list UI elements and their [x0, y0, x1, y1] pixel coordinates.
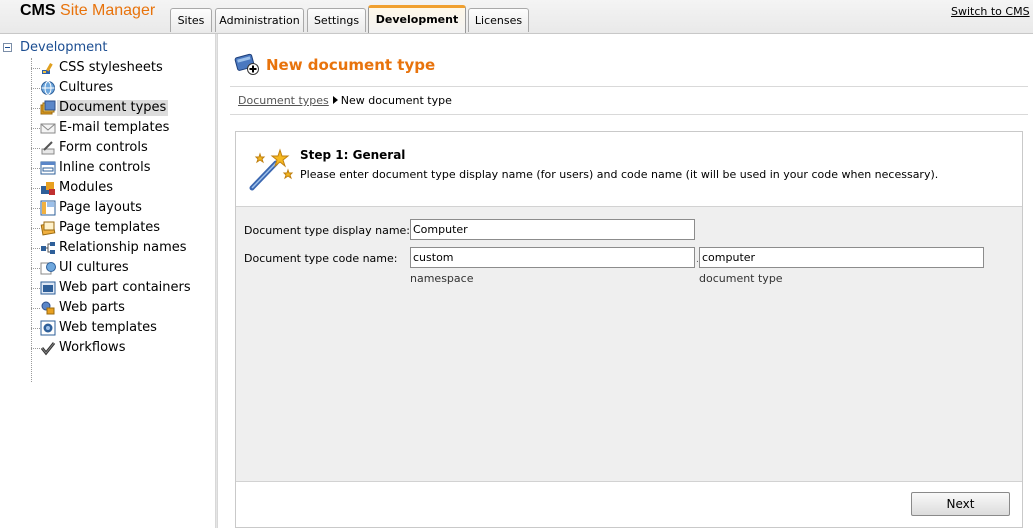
tab-sites[interactable]: Sites	[170, 8, 212, 32]
wizard-form: Document type display name: Document typ…	[236, 207, 1022, 482]
sidebar-item-label: UI cultures	[59, 260, 129, 275]
display-name-label: Document type display name:	[244, 224, 411, 237]
sidebar-item-label: CSS stylesheets	[59, 60, 163, 75]
logo-cms: CMS	[20, 2, 56, 19]
sidebar-item-label: Document types	[57, 100, 169, 116]
sidebar-item-label: Inline controls	[59, 160, 151, 175]
switch-to-cms-link[interactable]: Switch to CMS	[951, 5, 1030, 18]
collapse-icon[interactable]	[3, 43, 12, 52]
tab-development[interactable]: Development	[368, 5, 466, 33]
code-name-label: Document type code name:	[244, 252, 398, 265]
inline-control-icon	[40, 161, 56, 175]
modules-icon	[41, 182, 55, 195]
sidebar-item-label: Workflows	[59, 340, 126, 355]
wizard-header: Step 1: General Please enter document ty…	[236, 132, 1022, 207]
wizard-footer: Next	[236, 482, 1022, 527]
page-template-icon	[40, 221, 56, 236]
wizard-panel: Step 1: General Please enter document ty…	[235, 131, 1023, 528]
tab-administration[interactable]: Administration	[215, 8, 304, 32]
divider	[230, 114, 1028, 115]
page-title: New document type	[266, 56, 436, 74]
display-name-input[interactable]	[410, 219, 695, 240]
logo-site-manager: Site Manager	[60, 2, 156, 19]
relationship-icon	[41, 242, 55, 254]
tab-licenses[interactable]: Licenses	[468, 8, 529, 32]
container-icon	[40, 281, 56, 295]
layout-icon	[40, 200, 56, 216]
step-description: Please enter document type display name …	[300, 168, 939, 181]
checkmark-icon	[40, 342, 56, 356]
sidebar-item-label: Web templates	[59, 320, 157, 335]
tree-connector-line	[31, 58, 32, 382]
document-type-hint: document type	[699, 272, 783, 285]
breadcrumb-current: New document type	[340, 94, 452, 107]
main-content: New document type Document types New docu…	[218, 34, 1033, 528]
ui-culture-icon	[40, 262, 56, 275]
sidebar-item-label: Web part containers	[59, 280, 191, 295]
web-parts-icon	[41, 301, 55, 315]
sidebar-tree: Development CSS stylesheets Cultures Doc…	[0, 34, 215, 528]
breadcrumb: Document types New document type	[238, 94, 452, 107]
namespace-hint: namespace	[410, 272, 474, 285]
app-logo: CMS Site Manager	[20, 2, 155, 20]
document-stack-icon	[40, 100, 56, 115]
breadcrumb-document-types-link[interactable]: Document types	[238, 94, 329, 107]
web-template-icon	[40, 320, 56, 336]
brush-icon	[42, 63, 53, 74]
step-title: Step 1: General	[300, 148, 406, 162]
sidebar-item-label: Relationship names	[59, 240, 187, 255]
next-button[interactable]: Next	[911, 492, 1010, 516]
sidebar-item-label: Cultures	[59, 80, 114, 95]
tab-settings[interactable]: Settings	[307, 8, 366, 32]
sidebar-item-label: Page layouts	[59, 200, 142, 215]
sidebar-item-label: Page templates	[59, 220, 161, 235]
sidebar-item-label: Web parts	[59, 300, 125, 315]
divider	[230, 86, 1028, 87]
code-name-input[interactable]	[699, 247, 984, 268]
globe-icon	[41, 81, 55, 95]
new-document-type-icon	[234, 53, 259, 75]
sidebar-item-label: Modules	[59, 180, 114, 195]
envelope-icon	[40, 123, 56, 134]
magic-wand-icon	[249, 148, 294, 191]
sidebar-item-label: E-mail templates	[59, 120, 170, 135]
pen-control-icon	[41, 141, 55, 155]
tree-root-label[interactable]: Development	[20, 40, 108, 55]
sidebar-item-label: Form controls	[59, 140, 148, 155]
namespace-input[interactable]	[410, 247, 695, 268]
top-header: CMS Site Manager Sites Administration Se…	[0, 0, 1033, 34]
breadcrumb-arrow-icon	[332, 96, 338, 104]
